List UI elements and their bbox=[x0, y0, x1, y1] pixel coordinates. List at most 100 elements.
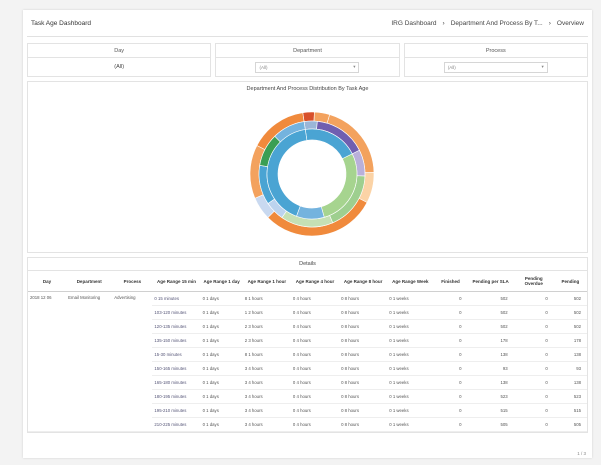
outer-ring-segment-0[interactable] bbox=[302, 111, 315, 122]
finished-cell: 0 bbox=[433, 361, 468, 376]
sunburst-chart[interactable] bbox=[28, 82, 587, 252]
age-week-cell: 0 1 weeks bbox=[387, 347, 434, 362]
pending-sla-cell: 505 bbox=[467, 417, 514, 432]
pending-overdue-cell: 0 bbox=[513, 417, 554, 432]
age-4hour-cell: 0 4 hours bbox=[290, 291, 340, 306]
age-15min-cell: 120-135 minutes bbox=[152, 319, 201, 334]
age-1day-cell: 0 1 days bbox=[200, 389, 243, 404]
col-header-age-8hour[interactable]: Age Range 8 hour bbox=[339, 271, 388, 292]
pending-cell: 502 bbox=[553, 319, 587, 334]
col-header-day[interactable]: Day bbox=[28, 271, 67, 292]
inner-ring-segment-2[interactable] bbox=[296, 205, 325, 220]
finished-cell: 0 bbox=[433, 417, 468, 432]
pending-cell: 523 bbox=[553, 389, 587, 404]
dashboard-card: Task Age Dashboard IRG Dashboard › Depar… bbox=[23, 10, 592, 458]
pending-sla-cell: 502 bbox=[467, 305, 514, 320]
department-select-value: (All) bbox=[259, 64, 268, 70]
age-8hour-cell: 0 8 hours bbox=[339, 305, 388, 320]
age-week-cell: 0 1 weeks bbox=[387, 417, 434, 432]
filter-day: Day (All) bbox=[27, 43, 212, 77]
age-4hour-cell: 0 4 hours bbox=[290, 333, 340, 348]
age-8hour-cell: 0 8 hours bbox=[339, 361, 388, 376]
finished-cell: 0 bbox=[433, 319, 468, 334]
col-header-age-week[interactable]: Age Range Week bbox=[387, 271, 434, 292]
age-week-cell: 0 1 weeks bbox=[387, 361, 434, 376]
col-header-age-1hour[interactable]: Age Range 1 hour bbox=[242, 271, 291, 292]
age-1hour-cell: 3 4 hours bbox=[242, 375, 291, 390]
pending-sla-cell: 502 bbox=[467, 291, 514, 306]
pending-cell: 138 bbox=[553, 347, 587, 362]
breadcrumb-separator: › bbox=[548, 19, 551, 27]
age-4hour-cell: 0 4 hours bbox=[290, 319, 340, 334]
age-week-cell: 0 1 weeks bbox=[387, 305, 434, 320]
age-4hour-cell: 0 4 hours bbox=[290, 375, 340, 390]
age-1hour-cell: 3 4 hours bbox=[242, 417, 291, 432]
col-header-pending-sla[interactable]: Pending per SLA bbox=[467, 271, 514, 292]
pending-sla-cell: 523 bbox=[467, 389, 514, 404]
col-header-age-4hour[interactable]: Age Range 4 hour bbox=[290, 271, 340, 292]
age-1day-cell: 0 1 days bbox=[200, 375, 243, 390]
pending-overdue-cell: 0 bbox=[513, 305, 554, 320]
breadcrumb-separator: › bbox=[442, 19, 445, 27]
age-8hour-cell: 0 8 hours bbox=[339, 319, 388, 334]
col-header-department[interactable]: Department bbox=[66, 271, 113, 292]
pending-sla-cell: 138 bbox=[467, 375, 514, 390]
distribution-chart-section: Department And Process Distribution By T… bbox=[27, 81, 588, 253]
age-1day-cell: 0 1 days bbox=[200, 319, 243, 334]
filter-process-label: Process bbox=[404, 44, 587, 58]
pending-sla-cell: 515 bbox=[467, 403, 514, 418]
age-4hour-cell: 0 4 hours bbox=[290, 403, 340, 418]
age-8hour-cell: 0 8 hours bbox=[339, 375, 388, 390]
age-8hour-cell: 0 8 hours bbox=[339, 403, 388, 418]
pending-overdue-cell: 0 bbox=[513, 347, 554, 362]
age-1day-cell: 0 1 days bbox=[200, 347, 243, 362]
department-select[interactable]: (All) ▾ bbox=[255, 61, 360, 73]
age-1hour-cell: 1 2 hours bbox=[242, 305, 291, 320]
col-header-age-15min[interactable]: Age Range 15 min bbox=[152, 271, 201, 292]
filter-day-label: Day bbox=[28, 44, 211, 58]
finished-cell: 0 bbox=[433, 403, 468, 418]
pending-overdue-cell: 0 bbox=[513, 389, 554, 404]
breadcrumb-item-overview[interactable]: Overview bbox=[557, 20, 584, 27]
age-1day-cell: 0 1 days bbox=[200, 333, 243, 348]
filter-department: Department (All) ▾ bbox=[215, 43, 400, 77]
col-header-finished[interactable]: Finished bbox=[433, 271, 468, 292]
breadcrumb-item-department-process[interactable]: Department And Process By T... bbox=[451, 20, 543, 27]
age-week-cell: 0 1 weeks bbox=[387, 333, 434, 348]
col-header-age-1day[interactable]: Age Range 1 day bbox=[200, 271, 243, 292]
page-indicator: 1 / 3 bbox=[577, 451, 586, 456]
pending-overdue-cell: 0 bbox=[513, 361, 554, 376]
pending-cell: 515 bbox=[553, 403, 587, 418]
pending-overdue-cell: 0 bbox=[513, 333, 554, 348]
age-4hour-cell: 0 4 hours bbox=[290, 417, 340, 432]
age-15min-cell: 150-165 minutes bbox=[152, 361, 201, 376]
finished-cell: 0 bbox=[433, 389, 468, 404]
finished-cell: 0 bbox=[433, 347, 468, 362]
finished-cell: 0 bbox=[433, 291, 468, 306]
breadcrumb-item-irg-dashboard[interactable]: IRG Dashboard bbox=[391, 20, 436, 27]
age-8hour-cell: 0 8 hours bbox=[339, 291, 388, 306]
finished-cell: 0 bbox=[433, 305, 468, 320]
pending-cell: 138 bbox=[553, 375, 587, 390]
age-15min-cell: 15-30 minutes bbox=[152, 347, 201, 362]
pending-overdue-cell: 0 bbox=[513, 375, 554, 390]
table-row: 2018 12 06 Email Monitoring Advertising 0 1… bbox=[28, 291, 587, 432]
age-1day-cell: 0 1 days bbox=[200, 361, 243, 376]
age-1hour-cell: 3 4 hours bbox=[242, 389, 291, 404]
age-15min-cell: 210-225 minutes bbox=[152, 417, 201, 432]
dashboard-header: Task Age Dashboard IRG Dashboard › Depar… bbox=[23, 10, 592, 36]
col-header-pending[interactable]: Pending bbox=[553, 271, 587, 292]
age-1day-cell: 0 1 days bbox=[200, 305, 243, 320]
col-header-pending-overdue[interactable]: Pending Overdue bbox=[513, 271, 554, 292]
age-week-cell: 0 1 weeks bbox=[387, 375, 434, 390]
age-1day-cell: 0 1 days bbox=[200, 403, 243, 418]
pending-sla-cell: 138 bbox=[467, 347, 514, 362]
middle-ring-segment-0[interactable] bbox=[303, 120, 318, 130]
chevron-down-icon: ▾ bbox=[353, 64, 356, 69]
col-header-process[interactable]: Process bbox=[112, 271, 153, 292]
details-title: Details bbox=[28, 258, 587, 271]
age-8hour-cell: 0 8 hours bbox=[339, 389, 388, 404]
filter-day-value[interactable]: (All) bbox=[114, 64, 124, 70]
process-select[interactable]: (All) ▾ bbox=[443, 61, 548, 73]
group-day-cell: 2018 12 06 bbox=[28, 291, 67, 432]
